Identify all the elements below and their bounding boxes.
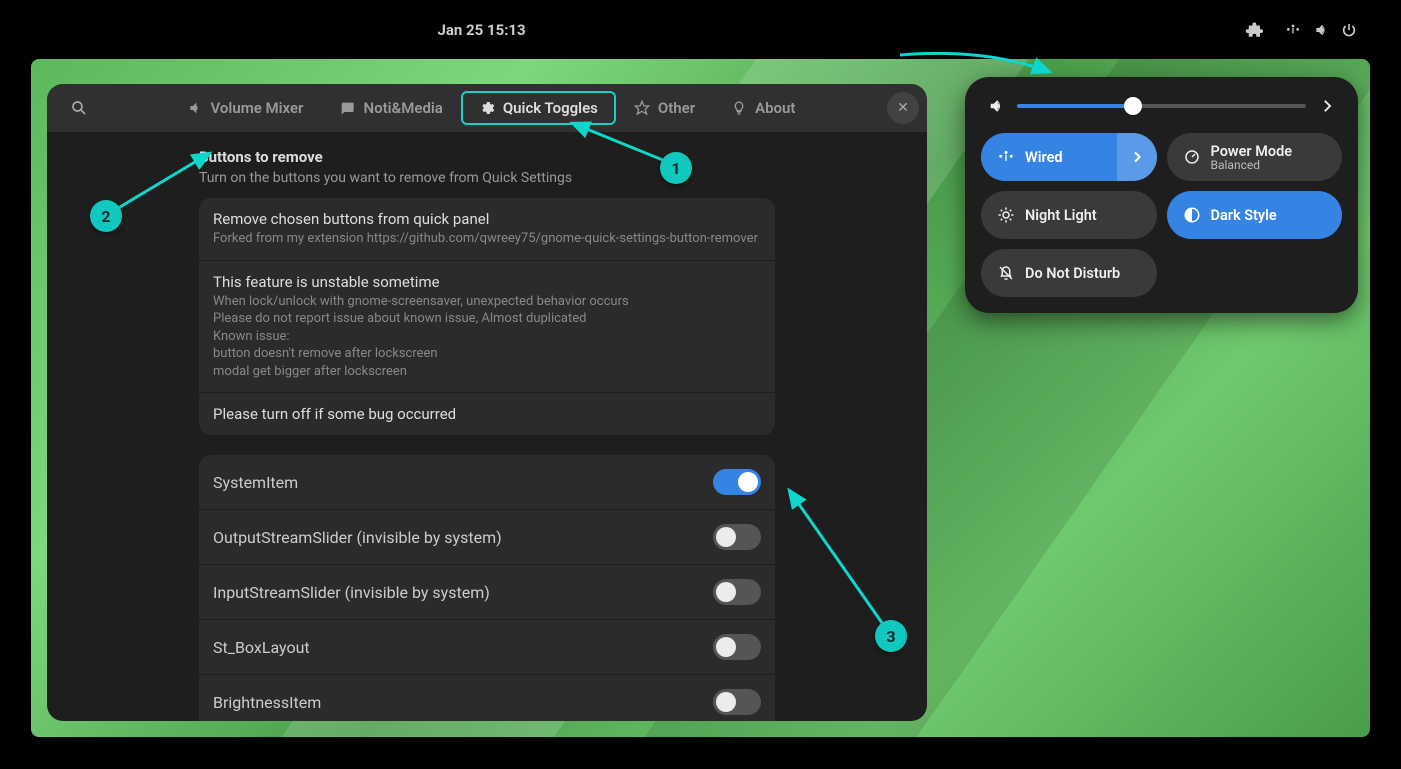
tab-label: Other xyxy=(658,99,695,117)
annotation-badge-1: 1 xyxy=(660,152,692,184)
info-title: Remove chosen buttons from quick panel xyxy=(213,210,761,228)
quick-toggles-grid: Wired Power Mode Balanced Night Light Da… xyxy=(981,133,1342,297)
close-icon: ✕ xyxy=(897,100,909,116)
toggle-wired[interactable]: Wired xyxy=(981,133,1157,181)
volume-tray-icon xyxy=(1313,22,1329,38)
toggle-sublabel: Balanced xyxy=(1211,158,1293,172)
bell-off-icon xyxy=(997,264,1015,282)
toggle-switch[interactable] xyxy=(713,634,761,660)
volume-row xyxy=(981,93,1342,119)
toggle-row: OutputStreamSlider (invisible by system) xyxy=(199,510,775,565)
top-bar: Jan 25 15:13 xyxy=(0,0,1401,59)
clock[interactable]: Jan 25 15:13 xyxy=(438,0,526,59)
network-icon xyxy=(1285,22,1301,38)
tray-group[interactable] xyxy=(1279,18,1363,42)
info-row: Please turn off if some bug occurred xyxy=(199,393,775,435)
toggle-row: St_BoxLayout xyxy=(199,620,775,675)
tab-volume-mixer[interactable]: Volume Mixer xyxy=(169,91,322,125)
toggle-label: Wired xyxy=(1025,149,1063,166)
toggle-switch[interactable] xyxy=(713,469,761,495)
annotation-badge-2: 2 xyxy=(90,200,122,232)
quick-settings-panel: Wired Power Mode Balanced Night Light Da… xyxy=(965,77,1358,313)
toggle-label: Power Mode xyxy=(1211,143,1293,160)
power-tray-icon xyxy=(1341,22,1357,38)
annotation-badge-3: 3 xyxy=(875,620,907,652)
toggle-text: Power Mode Balanced xyxy=(1211,143,1293,172)
tab-other[interactable]: Other xyxy=(616,91,713,125)
bulb-icon xyxy=(731,100,747,116)
toggle-power-mode[interactable]: Power Mode Balanced xyxy=(1167,133,1343,181)
tab-noti-media[interactable]: Noti&Media xyxy=(321,91,460,125)
toggle-night-light[interactable]: Night Light xyxy=(981,191,1157,239)
wired-expand[interactable] xyxy=(1117,133,1157,181)
toggle-row-label: St_BoxLayout xyxy=(213,638,310,657)
toggle-row-label: OutputStreamSlider (invisible by system) xyxy=(213,528,502,547)
volume-icon xyxy=(187,100,203,116)
toggle-do-not-disturb[interactable]: Do Not Disturb xyxy=(981,249,1157,297)
toggle-row: SystemItem xyxy=(199,455,775,510)
toggle-dark-style[interactable]: Dark Style xyxy=(1167,191,1343,239)
toggle-list: SystemItem OutputStreamSlider (invisible … xyxy=(199,455,775,721)
info-row: Remove chosen buttons from quick panel F… xyxy=(199,198,775,261)
settings-window: Volume Mixer Noti&Media Quick Toggles Ot… xyxy=(47,84,927,721)
search-button[interactable] xyxy=(55,99,103,117)
info-title: Please turn off if some bug occurred xyxy=(213,405,761,423)
tab-quick-toggles[interactable]: Quick Toggles xyxy=(461,91,616,125)
info-card: Remove chosen buttons from quick panel F… xyxy=(199,198,775,435)
toggle-label: Night Light xyxy=(1025,207,1097,224)
tab-about[interactable]: About xyxy=(713,91,813,125)
toggle-row: BrightnessItem xyxy=(199,675,775,721)
toggle-row-label: SystemItem xyxy=(213,473,298,492)
settings-body: Buttons to remove Turn on the buttons yo… xyxy=(47,132,927,721)
volume-icon[interactable] xyxy=(987,97,1005,115)
system-tray xyxy=(1245,0,1363,59)
toggle-switch[interactable] xyxy=(713,524,761,550)
info-sub: When lock/unlock with gnome-screensaver,… xyxy=(213,293,761,381)
info-row: This feature is unstable sometime When l… xyxy=(199,261,775,394)
toggle-row-label: InputStreamSlider (invisible by system) xyxy=(213,583,490,602)
close-button[interactable]: ✕ xyxy=(887,92,919,124)
extension-icon[interactable] xyxy=(1245,21,1263,39)
toggle-switch[interactable] xyxy=(713,579,761,605)
contrast-icon xyxy=(1183,206,1201,224)
tab-label: Quick Toggles xyxy=(503,99,598,117)
info-sub: Forked from my extension https://github.… xyxy=(213,230,761,248)
toggle-label: Dark Style xyxy=(1211,207,1277,224)
toggle-row-label: BrightnessItem xyxy=(213,693,321,712)
message-icon xyxy=(339,100,355,116)
toggle-switch[interactable] xyxy=(713,689,761,715)
tab-label: About xyxy=(755,99,795,117)
sun-icon xyxy=(997,206,1015,224)
tab-bar: Volume Mixer Noti&Media Quick Toggles Ot… xyxy=(47,84,927,132)
search-icon xyxy=(70,99,88,117)
tab-label: Noti&Media xyxy=(363,99,442,117)
info-title: This feature is unstable sometime xyxy=(213,273,761,291)
toggle-row: InputStreamSlider (invisible by system) xyxy=(199,565,775,620)
network-icon xyxy=(997,148,1015,166)
chevron-right-icon[interactable] xyxy=(1318,97,1336,115)
volume-slider[interactable] xyxy=(1017,104,1306,108)
tab-label: Volume Mixer xyxy=(211,99,304,117)
gauge-icon xyxy=(1183,148,1201,166)
star-icon xyxy=(634,100,650,116)
toggle-label: Do Not Disturb xyxy=(1025,265,1120,282)
gear-icon xyxy=(479,100,495,116)
